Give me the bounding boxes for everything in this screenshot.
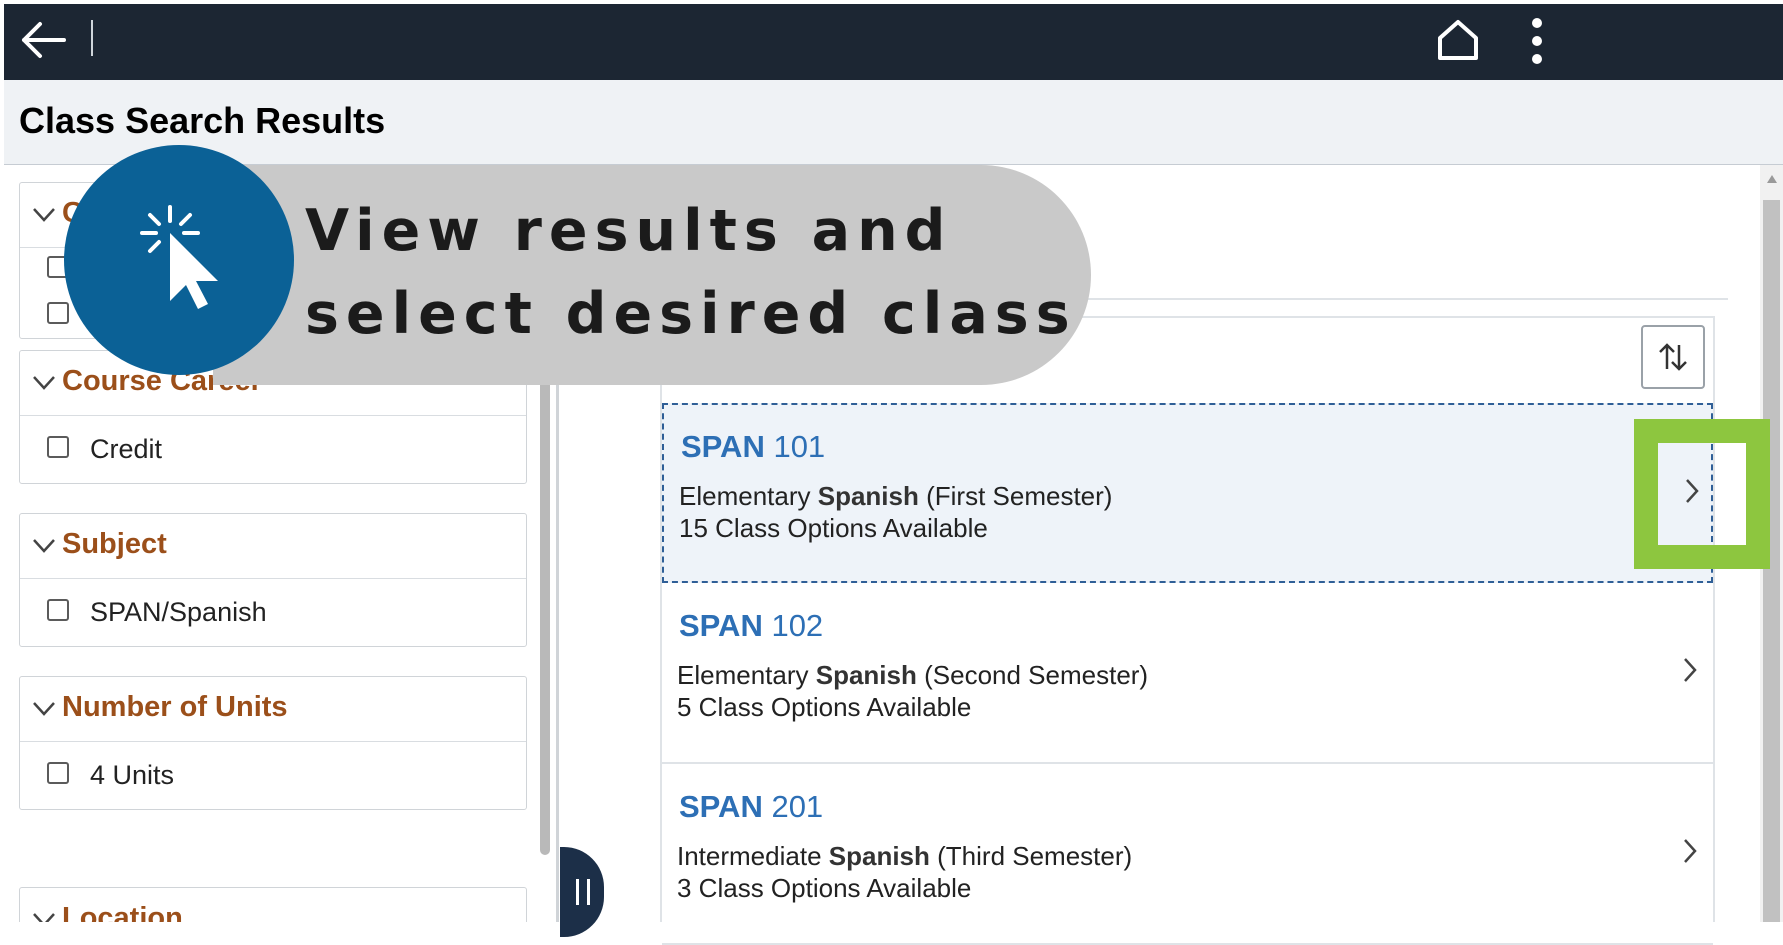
filter-option-4-units[interactable]: 4 Units <box>20 742 526 808</box>
filter-group-location: Location <box>19 887 527 922</box>
class-result-row[interactable]: SPAN 201 Intermediate Spanish (Third Sem… <box>662 765 1713 945</box>
callout-line-2: select desired class <box>305 281 1077 347</box>
class-options-count: 15 Class Options Available <box>679 513 988 543</box>
course-number: 101 <box>773 429 826 464</box>
course-level: Intermediate <box>677 841 822 871</box>
course-level: Elementary <box>679 481 811 511</box>
filter-option-label: SPAN/Spanish <box>90 597 267 627</box>
chevron-down-icon <box>33 913 55 922</box>
callout-line-1: View results and <box>305 198 953 264</box>
checkbox[interactable] <box>47 762 69 784</box>
chevron-down-icon <box>33 702 55 716</box>
course-semester: (First Semester) <box>926 481 1113 511</box>
back-arrow-icon[interactable] <box>18 20 68 60</box>
course-description: Elementary Spanish (Second Semester) <box>677 660 1148 691</box>
filter-group-title: Number of Units <box>62 691 288 723</box>
course-number: 201 <box>771 789 824 824</box>
handle-grip-icon <box>576 879 590 905</box>
checkbox[interactable] <box>47 436 69 458</box>
course-description: Elementary Spanish (First Semester) <box>679 481 1112 512</box>
sort-arrows-icon <box>1659 343 1687 371</box>
checkbox[interactable] <box>47 599 69 621</box>
course-description: Intermediate Spanish (Third Semester) <box>677 841 1132 872</box>
chevron-right-icon[interactable] <box>1682 837 1698 865</box>
header-separator <box>91 20 93 56</box>
class-result-row[interactable]: SPAN 101 Elementary Spanish (First Semes… <box>662 403 1713 583</box>
callout-icon-circle <box>64 145 294 375</box>
class-options-count: 3 Class Options Available <box>677 873 972 903</box>
course-keyword: Spanish <box>817 481 919 511</box>
filter-option-span[interactable]: SPAN/Spanish <box>20 579 526 645</box>
filter-group-header[interactable]: Number of Units <box>20 677 526 742</box>
course-subject: SPAN <box>681 429 765 464</box>
filter-option-label: Credit <box>90 434 163 464</box>
filter-group-subject: Subject SPAN/Spanish <box>19 513 527 647</box>
class-options-count: 5 Class Options Available <box>677 692 972 722</box>
course-semester: (Second Semester) <box>924 660 1149 690</box>
course-code: SPAN 102 <box>679 608 823 644</box>
tutorial-callout-text: View results and select desired class <box>305 190 1085 356</box>
filter-group-units: Number of Units 4 Units <box>19 676 527 810</box>
course-keyword: Spanish <box>815 660 917 690</box>
page-title-bar: Class Search Results <box>4 80 1783 165</box>
click-cursor-icon <box>140 205 218 309</box>
course-code: SPAN 201 <box>679 789 823 825</box>
course-level: Elementary <box>677 660 809 690</box>
sort-button[interactable] <box>1641 325 1705 389</box>
course-number: 102 <box>771 608 824 643</box>
course-subject: SPAN <box>679 608 763 643</box>
filter-group-header[interactable]: Subject <box>20 514 526 579</box>
course-semester: (Third Semester) <box>937 841 1133 871</box>
chevron-right-icon[interactable] <box>1682 656 1698 684</box>
filter-option-label: 4 Units <box>90 760 175 790</box>
class-result-row[interactable]: SPAN 102 Elementary Spanish (Second Seme… <box>662 584 1713 764</box>
course-subject: SPAN <box>679 789 763 824</box>
more-vertical-icon[interactable] <box>1522 16 1552 66</box>
page-title: Class Search Results <box>19 100 386 141</box>
filter-group-header[interactable]: Location <box>20 888 526 922</box>
chevron-down-icon <box>33 208 55 222</box>
filter-option-credit[interactable]: Credit <box>20 416 526 482</box>
chevron-down-icon <box>33 539 55 553</box>
scroll-up-arrow-icon[interactable] <box>1766 174 1778 184</box>
chevron-down-icon <box>33 376 55 390</box>
tutorial-highlight-box <box>1634 419 1770 569</box>
course-keyword: Spanish <box>828 841 930 871</box>
filter-group-title: Subject <box>62 528 167 560</box>
filter-group-title: Location <box>62 902 183 922</box>
checkbox[interactable] <box>47 302 69 324</box>
top-navigation-bar <box>4 4 1783 80</box>
course-code: SPAN 101 <box>681 429 825 465</box>
home-icon[interactable] <box>1436 18 1480 62</box>
